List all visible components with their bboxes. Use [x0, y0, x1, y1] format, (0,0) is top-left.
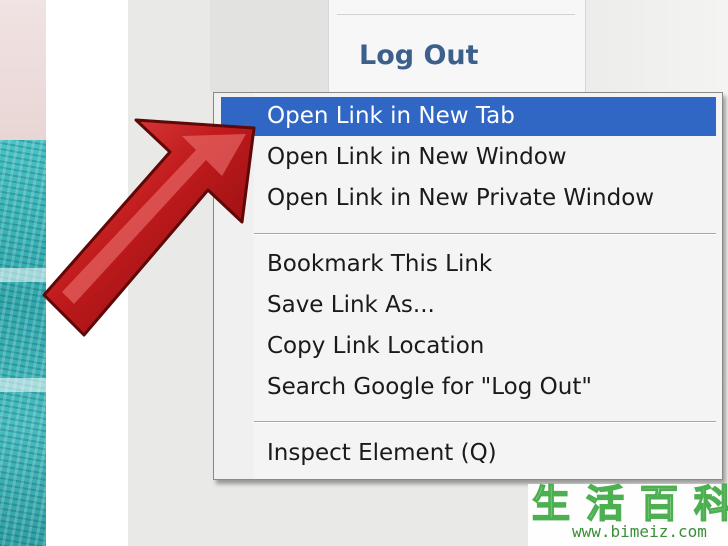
logout-link[interactable]: Log Out [359, 40, 479, 71]
account-menu: Log Out [328, 0, 586, 96]
watermark-chinese: 生活百科 [531, 482, 728, 526]
menu-item-search-google[interactable]: Search Google for "Log Out" [221, 368, 716, 407]
menu-separator [254, 233, 716, 234]
menu-item-save-link-as[interactable]: Save Link As... [221, 286, 716, 325]
page-margin [46, 0, 128, 546]
menu-item-label: Open Link in New Window [267, 144, 567, 170]
page-column [210, 0, 328, 92]
menu-item-open-new-tab[interactable]: Open Link in New Tab [221, 97, 716, 136]
context-menu: Open Link in New Tab Open Link in New Wi… [213, 92, 723, 480]
knit-texture [0, 140, 46, 546]
photo-stripe [0, 378, 46, 392]
menu-item-open-new-window[interactable]: Open Link in New Window [221, 138, 716, 177]
menu-item-copy-link-location[interactable]: Copy Link Location [221, 327, 716, 366]
photo-stripe [0, 268, 46, 282]
menu-item-label: Save Link As... [267, 292, 435, 318]
watermark: 生活百科 www.bimeiz.com [528, 482, 728, 546]
menu-divider [337, 14, 575, 15]
menu-item-label: Inspect Element (Q) [267, 440, 497, 466]
menu-item-inspect-element[interactable]: Inspect Element (Q) [221, 434, 716, 473]
watermark-url: www.bimeiz.com [572, 522, 707, 541]
menu-item-open-private-window[interactable]: Open Link in New Private Window [221, 179, 716, 218]
background-photo [0, 0, 46, 546]
menu-item-label: Copy Link Location [267, 333, 485, 359]
photo-top [0, 0, 46, 140]
menu-item-bookmark-link[interactable]: Bookmark This Link [221, 245, 716, 284]
menu-item-label: Bookmark This Link [267, 251, 493, 277]
menu-item-label: Search Google for "Log Out" [267, 374, 592, 400]
menu-separator [254, 421, 716, 422]
menu-item-label: Open Link in New Private Window [267, 185, 655, 211]
menu-item-label: Open Link in New Tab [267, 103, 515, 129]
